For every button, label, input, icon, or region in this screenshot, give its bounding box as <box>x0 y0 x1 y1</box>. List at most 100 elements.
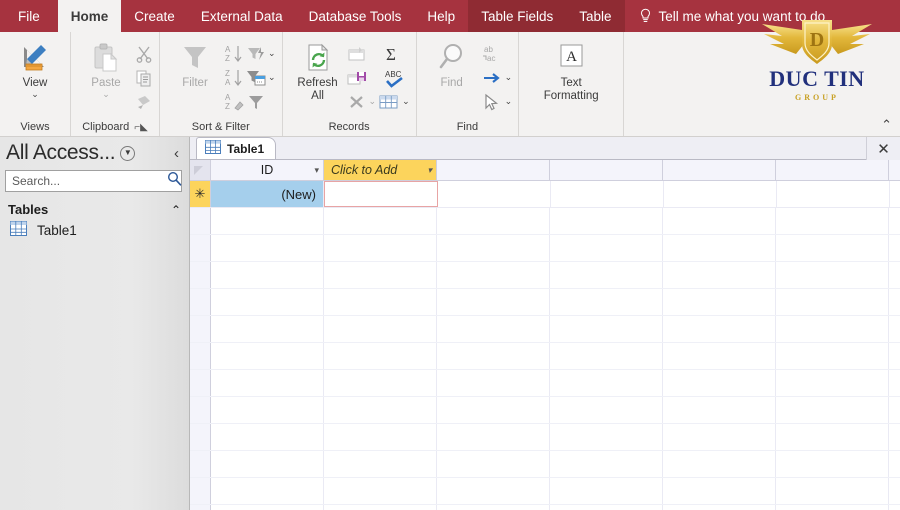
cell-blank[interactable] <box>438 181 551 207</box>
ribbon-group-find: Find ab ac ⌄ ⌄ Find <box>417 32 520 136</box>
document-area: Table1 ✕ ID ▾ Click to Add ▾ ✳ (New) <box>190 137 900 510</box>
nav-item-label: Table1 <box>37 222 77 238</box>
table-row <box>190 397 900 424</box>
nav-group-label: Tables <box>8 202 49 217</box>
copy-icon <box>135 69 153 87</box>
go-to-arrow-icon[interactable] <box>481 69 503 87</box>
column-header-blank <box>550 160 663 180</box>
find-button[interactable]: Find <box>423 38 481 90</box>
cell-blank[interactable] <box>664 181 777 207</box>
cell-click-to-add[interactable] <box>324 181 438 207</box>
ribbon-tab-file[interactable]: File <box>0 0 58 32</box>
chevron-up-icon[interactable]: ⌃ <box>171 203 181 217</box>
chevron-down-icon[interactable]: ▾ <box>427 165 432 176</box>
search-input[interactable] <box>12 174 167 188</box>
cell-blank[interactable] <box>551 181 664 207</box>
document-tab-table1[interactable]: Table1 <box>196 137 277 159</box>
ribbon-tab-create[interactable]: Create <box>121 0 188 32</box>
svg-text:Z: Z <box>225 102 230 111</box>
chevron-down-icon[interactable]: ⌄ <box>31 90 39 99</box>
ribbon-group-text-formatting: A Text Formatting <box>519 32 625 136</box>
svg-text:A: A <box>225 78 231 87</box>
cell-id[interactable]: (New) <box>211 181 324 207</box>
table-row <box>190 262 900 289</box>
select-cursor-icon[interactable] <box>481 93 503 111</box>
tell-me-label: Tell me what you want to do <box>658 8 826 24</box>
column-header-id[interactable]: ID ▾ <box>211 160 324 180</box>
column-header-click-to-add[interactable]: Click to Add ▾ <box>324 160 437 180</box>
delete-x-icon[interactable] <box>347 93 367 111</box>
svg-text:A: A <box>225 45 231 54</box>
chevron-down-icon[interactable]: ▾ <box>314 165 319 176</box>
toggle-filter-icon[interactable] <box>246 93 266 111</box>
table-row <box>190 235 900 262</box>
view-button[interactable]: View ⌄ <box>6 38 64 99</box>
column-header-blank <box>776 160 889 180</box>
spelling-abc-icon: ABC <box>383 68 407 88</box>
chevron-down-icon[interactable]: ⌄ <box>505 73 513 82</box>
ribbon-tab-external-data[interactable]: External Data <box>188 0 296 32</box>
replace-ab-ac-icon[interactable]: ab ac <box>481 44 505 64</box>
svg-text:A: A <box>225 93 231 102</box>
new-record-asterisk-icon[interactable]: ✳ <box>190 181 211 207</box>
records-small-buttons: Σ ABC ⌄ ⌄ <box>347 38 410 113</box>
format-painter-button[interactable] <box>135 90 153 113</box>
column-header-label: Click to Add <box>331 163 398 177</box>
nav-group-tables[interactable]: Tables ⌃ <box>0 202 189 217</box>
datasheet: ID ▾ Click to Add ▾ ✳ (New) <box>190 160 900 510</box>
svg-text:Z: Z <box>225 69 230 78</box>
more-table-icon[interactable] <box>378 93 400 111</box>
chevron-down-icon[interactable]: ⌄ <box>268 73 276 82</box>
nav-search-box[interactable] <box>5 170 182 192</box>
tell-me-search[interactable]: Tell me what you want to do <box>625 0 836 32</box>
chevron-down-icon[interactable]: ⌄ <box>268 49 276 58</box>
table-row <box>190 424 900 451</box>
chevron-down-icon[interactable]: ⌄ <box>402 97 410 106</box>
ribbon-group-records-label: Records <box>328 121 370 133</box>
ribbon-tab-label: File <box>18 8 40 24</box>
filter-button[interactable]: Filter <box>166 38 224 90</box>
paste-button[interactable]: Paste ⌄ <box>77 38 135 99</box>
clipboard-icon <box>91 41 121 75</box>
cut-button[interactable] <box>135 42 153 65</box>
text-format-a-icon: A <box>555 41 587 75</box>
ribbon-tab-table-fields[interactable]: Table Fields <box>468 0 567 32</box>
close-icon[interactable]: ✕ <box>866 137 900 160</box>
ribbon-tab-table[interactable]: Table <box>566 0 625 32</box>
svg-text:ab: ab <box>484 45 493 54</box>
sort-clear-icon[interactable]: A Z <box>224 92 244 112</box>
select-all-corner[interactable] <box>190 160 211 180</box>
table-row <box>190 289 900 316</box>
document-tab-strip: Table1 ✕ <box>190 137 900 160</box>
refresh-all-button[interactable]: Refresh All <box>289 38 347 103</box>
chevron-left-icon[interactable]: ‹ <box>174 145 183 162</box>
sigma-icon[interactable]: Σ <box>383 44 403 64</box>
chevron-down-circle-icon[interactable]: ▼ <box>120 145 136 161</box>
save-record-icon[interactable] <box>347 69 367 87</box>
filter-selection-icon[interactable] <box>246 45 266 63</box>
ribbon-tab-help[interactable]: Help <box>414 0 468 32</box>
ribbon-tab-home[interactable]: Home <box>57 0 122 32</box>
cell-blank[interactable] <box>777 181 890 207</box>
svg-text:ac: ac <box>487 54 495 63</box>
new-record-icon[interactable] <box>347 45 367 63</box>
search-icon[interactable] <box>167 171 182 191</box>
dialog-launcher-icon[interactable]: ⌐◣ <box>134 122 148 133</box>
nav-item-table1[interactable]: Table1 <box>0 217 189 243</box>
chevron-down-icon[interactable]: ⌄ <box>505 97 513 106</box>
ribbon-tab-label: Database Tools <box>308 8 402 24</box>
chevron-down-icon[interactable]: ⌄ <box>369 97 377 106</box>
table-row[interactable]: ✳ (New) <box>190 181 900 208</box>
ribbon-group-views: View ⌄ Views <box>0 32 71 136</box>
chevron-down-icon[interactable]: ⌄ <box>102 90 110 99</box>
filter-advanced-icon[interactable] <box>246 69 266 87</box>
sort-az-icon[interactable]: A Z <box>224 44 244 64</box>
copy-button[interactable] <box>135 66 153 89</box>
column-header-label: ID <box>260 163 274 177</box>
ribbon-group-label: Views <box>20 121 49 136</box>
collapse-ribbon-button[interactable]: ⌃ <box>881 117 892 133</box>
cell-value: (New) <box>281 186 316 202</box>
text-formatting-button[interactable]: A Text Formatting <box>525 38 617 103</box>
ribbon-tab-database-tools[interactable]: Database Tools <box>296 0 415 32</box>
sort-za-icon[interactable]: Z A <box>224 68 244 88</box>
